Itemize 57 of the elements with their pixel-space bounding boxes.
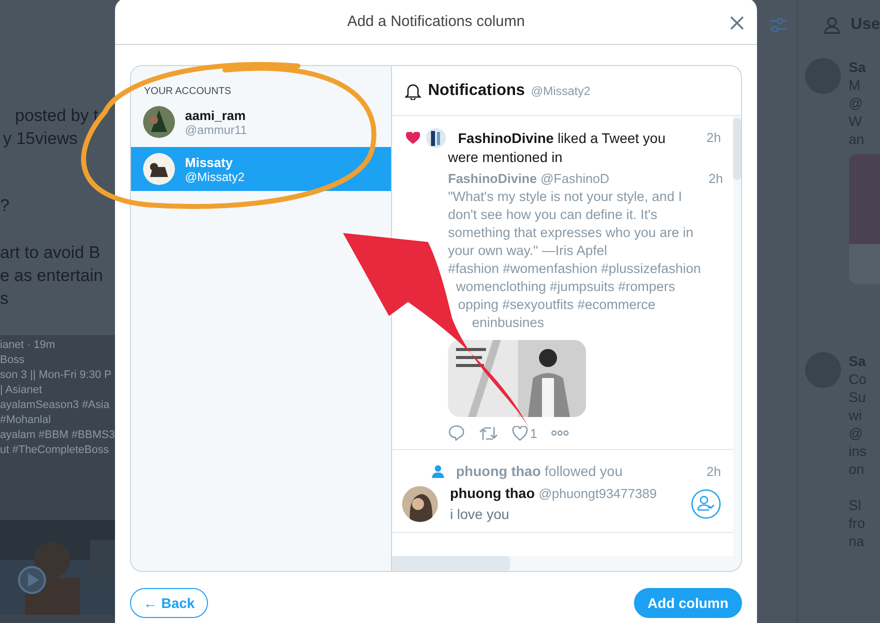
back-button[interactable]: ← Back: [130, 588, 208, 618]
avatar: [143, 153, 175, 185]
more-icon[interactable]: [551, 430, 570, 436]
bell-icon: [404, 82, 422, 100]
timestamp: 2h: [706, 463, 721, 481]
section-heading: YOUR ACCOUNTS: [143, 86, 232, 97]
person-icon: [432, 465, 444, 478]
account-handle: @Missaty2: [185, 170, 245, 184]
avatar: [143, 106, 175, 138]
background-text: s: [0, 288, 8, 310]
hashtag-text: opping #sexyoutfits #ecommerce: [458, 296, 656, 314]
hashtag-text: eninbusines: [472, 314, 544, 332]
scrollbar[interactable]: [392, 556, 510, 571]
notification-text: FashinoDivine liked a Tweet you: [458, 128, 666, 148]
account-item[interactable]: aami_ram @ammur11: [131, 101, 391, 143]
user-icon: [822, 16, 841, 34]
hashtag-text: #fashion #womenfashion #plussizefashion: [448, 260, 701, 278]
account-name: Missaty: [185, 154, 234, 170]
close-icon[interactable]: [730, 16, 744, 30]
reply-icon[interactable]: [448, 425, 465, 441]
column-handle: @Missaty2: [530, 84, 590, 98]
background-text: @: [848, 94, 863, 112]
account-name: aami_ram: [185, 108, 247, 122]
notification-text: phuong thao followed you: [456, 462, 622, 481]
account-handle: @ammur11: [185, 122, 247, 136]
timestamp: 2h: [706, 129, 721, 147]
background-text: e as entertain: [0, 265, 104, 287]
user-bio: i love you: [450, 505, 510, 524]
background-text: ianet · 19m: [0, 339, 56, 352]
background-text: ayalamSeason3 #Asia: [0, 399, 110, 412]
background-text: son 3 || Mon-Fri 9:30 P: [0, 369, 112, 382]
avatar: [426, 128, 446, 148]
timestamp: 2h: [708, 170, 723, 188]
filter-icon[interactable]: [768, 17, 787, 33]
user-name: phuong thao @phuongt93477389: [450, 484, 658, 503]
notification-text: were mentioned in: [448, 148, 562, 167]
background-text: ayalam #BBM #BBMS3: [0, 429, 115, 442]
heart-icon: [406, 132, 420, 144]
background-text: @: [848, 424, 863, 442]
background-text: y 15views: [2, 128, 78, 150]
background-text: Boss: [0, 354, 24, 367]
dialog-title: Add a Notifications column: [347, 12, 525, 30]
add-column-button[interactable]: Add column: [634, 588, 742, 618]
hashtag-text: womenclothing #jumpsuits #rompers: [456, 278, 676, 296]
follow-icon[interactable]: [691, 488, 721, 518]
background-text: ?: [0, 195, 10, 217]
scrollbar[interactable]: [733, 118, 741, 180]
background-text: #Mohanlal: [0, 414, 51, 427]
background-text: | Asianet: [0, 384, 42, 397]
account-item[interactable]: Missaty @Missaty2: [131, 147, 391, 191]
column-title: Notifications: [428, 82, 525, 100]
background-text: ut #TheCompleteBoss: [0, 444, 109, 457]
background-text: art to avoid B: [0, 242, 100, 264]
tweet-author: FashinoDivine @FashinoD: [448, 170, 610, 188]
retweet-icon[interactable]: [479, 426, 498, 440]
tweet-text: "What's my style is not your style, and I don't see how you can define it. It's something that expresses who you are in your own way." —Iris Apfel: [448, 188, 694, 260]
avatar: [402, 486, 438, 522]
